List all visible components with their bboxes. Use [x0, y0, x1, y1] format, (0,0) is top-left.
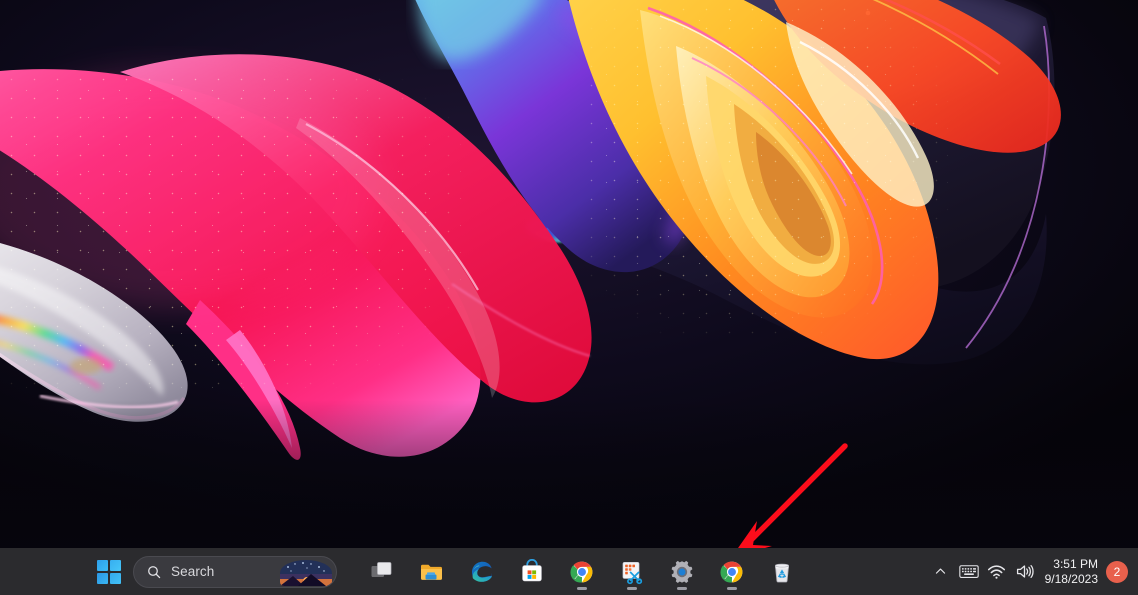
windows-logo-icon: [97, 560, 121, 584]
wifi-icon: [987, 564, 1006, 580]
speaker-icon: [1015, 563, 1034, 580]
keyboard-icon: [959, 564, 979, 579]
notification-count: 2: [1114, 565, 1121, 579]
taskbar-item-file-explorer[interactable]: [412, 551, 452, 593]
taskbar-item-recycle-bin[interactable]: [762, 551, 802, 593]
file-explorer-icon: [419, 559, 445, 585]
snipping-tool-icon: [619, 559, 645, 585]
search-placeholder: Search: [171, 564, 214, 579]
volume-button[interactable]: [1011, 554, 1039, 590]
taskbar-item-snipping-tool[interactable]: [612, 551, 652, 593]
taskbar-item-microsoft-store[interactable]: [512, 551, 552, 593]
desktop-screen: Search: [0, 0, 1138, 595]
start-button[interactable]: [92, 555, 126, 589]
search-highlight-thumbnail: [280, 560, 332, 586]
microsoft-store-icon: [519, 559, 545, 585]
taskbar-app-group: [357, 551, 807, 593]
notification-badge[interactable]: 2: [1106, 561, 1128, 583]
search-input[interactable]: Search: [133, 556, 337, 588]
taskbar-item-google-chrome[interactable]: [562, 551, 602, 593]
wallpaper-artwork: [0, 0, 1138, 548]
system-tray: 3:51 PM 9/18/2023 2: [927, 552, 1132, 592]
taskbar-item-microsoft-edge[interactable]: [462, 551, 502, 593]
task-view-icon: [369, 559, 395, 585]
desktop-wallpaper[interactable]: [0, 0, 1138, 548]
clock-time: 3:51 PM: [1053, 557, 1098, 572]
touch-keyboard-button[interactable]: [955, 554, 983, 590]
clock-button[interactable]: 3:51 PM 9/18/2023: [1039, 552, 1106, 592]
show-hidden-icons-button[interactable]: [927, 554, 955, 590]
google-chrome-icon: [719, 559, 745, 585]
network-button[interactable]: [983, 554, 1011, 590]
google-chrome-icon: [569, 559, 595, 585]
microsoft-edge-icon: [469, 559, 495, 585]
taskbar-item-task-view[interactable]: [362, 551, 402, 593]
recycle-bin-icon: [769, 559, 795, 585]
taskbar: Search: [0, 548, 1138, 595]
taskbar-left-group: Search: [0, 555, 337, 589]
clock-date: 9/18/2023: [1045, 572, 1098, 587]
chevron-up-icon: [934, 565, 947, 578]
taskbar-item-settings[interactable]: [662, 551, 702, 593]
search-icon: [146, 564, 162, 580]
taskbar-item-google-chrome-2[interactable]: [712, 551, 752, 593]
settings-gear-icon: [669, 559, 695, 585]
